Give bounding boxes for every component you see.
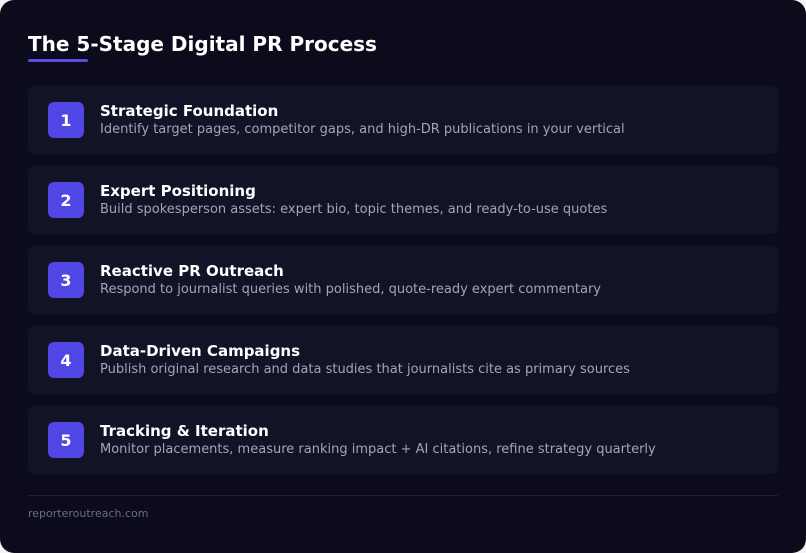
- step-text: Reactive PR Outreach Respond to journali…: [100, 261, 601, 299]
- footer-divider: [28, 495, 778, 496]
- step-description: Identify target pages, competitor gaps, …: [100, 122, 625, 137]
- title-underline: [28, 59, 88, 62]
- step-item-5: 5 Tracking & Iteration Monitor placement…: [28, 406, 778, 474]
- step-item-4: 4 Data-Driven Campaigns Publish original…: [28, 326, 778, 394]
- step-title: Data-Driven Campaigns: [100, 342, 301, 360]
- step-description: Publish original research and data studi…: [100, 362, 630, 377]
- step-description: Build spokesperson assets: expert bio, t…: [100, 202, 608, 217]
- step-title: Tracking & Iteration: [100, 422, 269, 440]
- step-description: Monitor placements, measure ranking impa…: [100, 442, 656, 457]
- process-card: The 5-Stage Digital PR Process 1 Strateg…: [0, 0, 806, 553]
- step-title: Reactive PR Outreach: [100, 262, 284, 280]
- step-number-badge: 2: [48, 182, 84, 218]
- step-number-badge: 5: [48, 422, 84, 458]
- step-text: Data-Driven Campaigns Publish original r…: [100, 341, 630, 379]
- step-title: Strategic Foundation: [100, 102, 279, 120]
- step-number-badge: 4: [48, 342, 84, 378]
- footer-source: reporteroutreach.com: [28, 507, 149, 520]
- step-number-badge: 3: [48, 262, 84, 298]
- step-item-3: 3 Reactive PR Outreach Respond to journa…: [28, 246, 778, 314]
- step-text: Strategic Foundation Identify target pag…: [100, 101, 625, 139]
- step-text: Tracking & Iteration Monitor placements,…: [100, 421, 656, 459]
- step-description: Respond to journalist queries with polis…: [100, 282, 601, 297]
- steps-list: 1 Strategic Foundation Identify target p…: [28, 86, 778, 474]
- page-title: The 5-Stage Digital PR Process: [28, 32, 377, 56]
- step-title: Expert Positioning: [100, 182, 256, 200]
- step-item-1: 1 Strategic Foundation Identify target p…: [28, 86, 778, 154]
- step-text: Expert Positioning Build spokesperson as…: [100, 181, 607, 219]
- step-number-badge: 1: [48, 102, 84, 138]
- step-item-2: 2 Expert Positioning Build spokesperson …: [28, 166, 778, 234]
